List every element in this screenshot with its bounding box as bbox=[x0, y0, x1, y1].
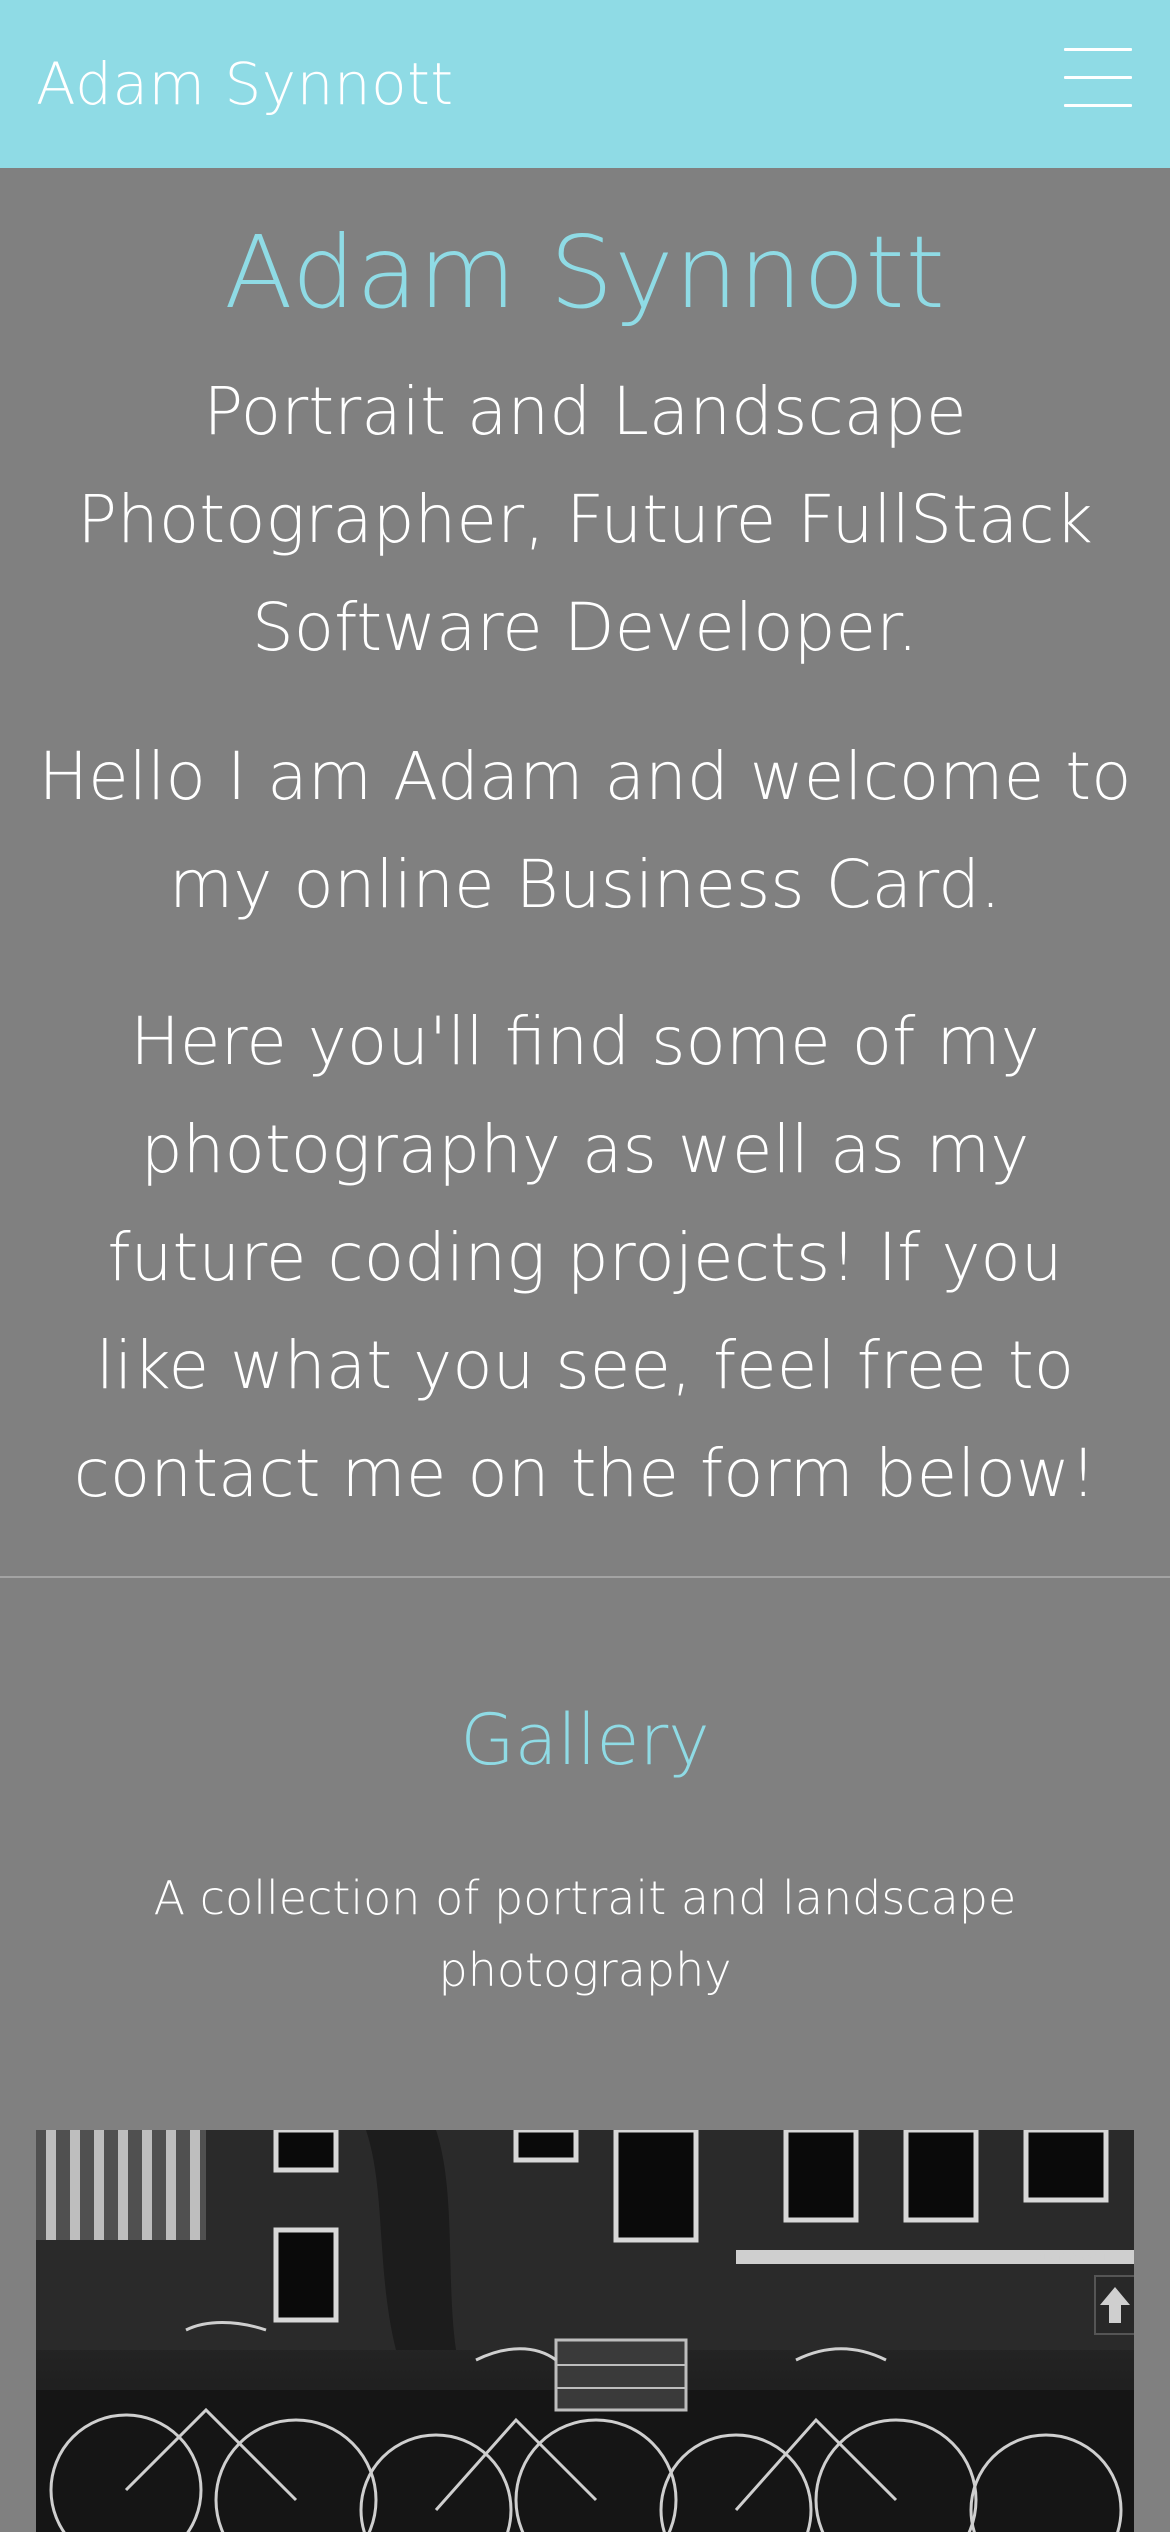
arrow-up-icon bbox=[1100, 2287, 1130, 2323]
section-divider bbox=[0, 1576, 1170, 1578]
gallery-photo-bicycles[interactable]: ADAMSYNNOTT bbox=[36, 2130, 1134, 2532]
gallery-description: A collection of portrait and landscape p… bbox=[153, 1871, 1017, 1997]
gallery-title: Gallery bbox=[460, 1699, 710, 1781]
hamburger-line bbox=[1064, 48, 1132, 51]
hero-subtitle: Portrait and Landscape Photographer, Fut… bbox=[77, 373, 1093, 666]
intro-paragraph: Here you'll find some of my photography … bbox=[73, 1003, 1097, 1512]
hero-title: Adam Synnott bbox=[224, 214, 946, 331]
navbar-brand[interactable]: Adam Synnott bbox=[36, 44, 454, 124]
hamburger-menu-icon[interactable] bbox=[1064, 48, 1132, 108]
back-to-top-button[interactable] bbox=[1094, 2275, 1134, 2335]
hamburger-line bbox=[1064, 104, 1132, 107]
welcome-paragraph: Hello I am Adam and welcome to my online… bbox=[38, 738, 1132, 923]
hamburger-line bbox=[1064, 76, 1132, 79]
navbar: Adam Synnott bbox=[0, 0, 1170, 168]
svg-text:ADAMSYNNOTT: ADAMSYNNOTT bbox=[1036, 2252, 1113, 2263]
bicycles-photo-image: ADAMSYNNOTT bbox=[36, 2130, 1134, 2532]
